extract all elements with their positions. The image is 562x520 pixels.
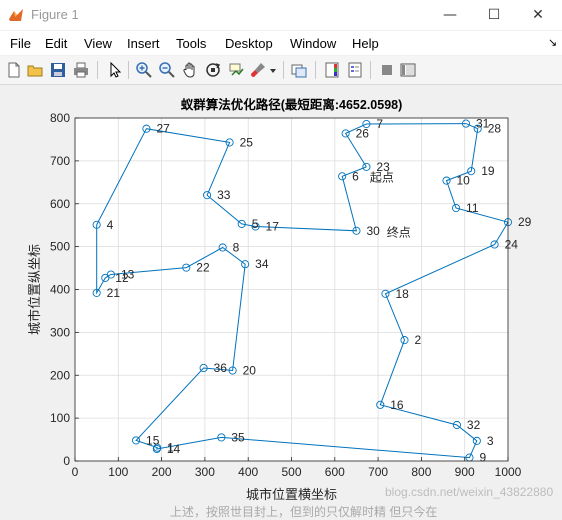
city-label: 5 [252, 217, 259, 231]
x-tick-label: 900 [455, 465, 475, 479]
x-tick-label: 700 [368, 465, 388, 479]
city-label: 32 [467, 418, 481, 432]
city-label: 27 [156, 122, 170, 136]
city-label: 8 [233, 240, 240, 254]
open-file-icon[interactable] [26, 61, 44, 79]
y-tick-label: 600 [50, 197, 70, 211]
y-tick-label: 300 [50, 325, 70, 339]
y-tick-label: 100 [50, 411, 70, 425]
menu-desktop[interactable]: Desktop [225, 36, 273, 51]
y-axis-label: 城市位置纵坐标 [27, 244, 42, 335]
city-label: 29 [518, 215, 532, 229]
city-label: 17 [266, 219, 280, 233]
toolbar-separator [283, 61, 284, 79]
y-tick-label: 400 [50, 283, 70, 297]
zoom-in-icon[interactable] [135, 61, 153, 79]
city-label: 19 [481, 164, 495, 178]
print-icon[interactable] [72, 61, 90, 79]
city-label: 24 [505, 237, 519, 251]
route-chart[interactable]: 23267 31281910112924182163239351411536 203… [0, 85, 562, 512]
toolbar-separator [128, 61, 129, 79]
menu-help[interactable]: Help [352, 36, 379, 51]
city-label: 16 [390, 398, 404, 412]
chart-title: 蚁群算法优化路径(最短距离:4652.0598) [181, 97, 403, 112]
x-tick-label: 100 [108, 465, 128, 479]
menu-tools[interactable]: Tools [176, 36, 206, 51]
save-icon[interactable] [49, 61, 67, 79]
y-tick-label: 200 [50, 368, 70, 382]
y-tick-label: 700 [50, 154, 70, 168]
toolbar-separator [97, 61, 98, 79]
figure-toolbar [0, 56, 562, 85]
city-label: 34 [255, 257, 269, 271]
city-label: 25 [240, 135, 254, 149]
watermark: blog.csdn.net/weixin_43822880 [385, 485, 554, 499]
route-annotation: 起点 [370, 171, 394, 185]
close-button[interactable]: ✕ [516, 0, 560, 30]
x-tick-label: 300 [195, 465, 215, 479]
city-label: 4 [107, 218, 114, 232]
city-label: 22 [196, 261, 210, 275]
city-label: 12 [115, 271, 129, 285]
toolbar-separator [370, 61, 371, 79]
pan-icon[interactable] [181, 61, 199, 79]
city-label: 2 [415, 333, 422, 347]
x-tick-label: 600 [325, 465, 345, 479]
route-annotation: 终点 [387, 224, 411, 239]
menu-edit[interactable]: Edit [45, 36, 67, 51]
new-figure-icon[interactable] [5, 61, 23, 79]
y-tick-label: 0 [63, 454, 70, 468]
city-label: 26 [356, 126, 370, 140]
brush-icon[interactable] [249, 61, 267, 79]
figure-canvas: 23 26 7 31 28 19 10 11 29 24 18 2 16 32 3 9 35 14 1 15 36 20 3… [0, 85, 562, 512]
city-label: 3 [487, 434, 494, 448]
x-tick-label: 500 [281, 465, 301, 479]
city-label: 6 [352, 169, 359, 183]
y-tick-label: 500 [50, 240, 70, 254]
city-label: 36 [214, 361, 228, 375]
menu-view[interactable]: View [84, 36, 112, 51]
x-tick-label: 400 [238, 465, 258, 479]
matlab-figure-icon [9, 9, 23, 21]
city-label: 20 [243, 364, 257, 378]
insert-colorbar-icon[interactable] [323, 61, 341, 79]
insert-legend-icon[interactable] [346, 61, 364, 79]
city-label: 18 [395, 287, 409, 301]
x-tick-label: 200 [152, 465, 172, 479]
pointer-icon[interactable] [106, 61, 124, 79]
window-title: Figure 1 [31, 7, 79, 22]
menu-window[interactable]: Window [290, 36, 336, 51]
menu-bar: File Edit View Insert Tools Desktop Wind… [0, 31, 562, 55]
city-label: 28 [488, 122, 502, 136]
city-label: 30 [366, 224, 380, 238]
window-titlebar: Figure 1 — ☐ ✕ [0, 0, 562, 30]
rotate-3d-icon[interactable] [204, 61, 222, 79]
city-label: 1 [167, 441, 174, 455]
zoom-out-icon[interactable] [158, 61, 176, 79]
city-label: 10 [457, 174, 471, 188]
city-label: 9 [479, 451, 486, 465]
show-plot-tools-icon[interactable] [399, 61, 417, 79]
city-label: 21 [107, 286, 121, 300]
city-label: 35 [231, 430, 245, 444]
minimize-button[interactable]: — [428, 0, 472, 30]
maximize-button[interactable]: ☐ [472, 0, 516, 30]
y-tick-label: 800 [50, 111, 70, 125]
hide-plot-tools-icon[interactable] [378, 61, 396, 79]
link-plot-icon[interactable] [290, 61, 308, 79]
toolbar-separator [315, 61, 316, 79]
data-cursor-icon[interactable] [227, 61, 245, 79]
menu-file[interactable]: File [10, 36, 31, 51]
city-label: 33 [217, 188, 231, 202]
city-label: 11 [466, 201, 479, 215]
city-label: 7 [376, 117, 383, 131]
brush-dropdown-icon[interactable] [268, 61, 278, 79]
city-label: 15 [146, 433, 160, 447]
menu-insert[interactable]: Insert [127, 36, 160, 51]
dock-arrow-icon[interactable]: ↘ [548, 36, 557, 49]
x-tick-label: 0 [72, 465, 79, 479]
x-tick-label: 1000 [495, 465, 522, 479]
x-tick-label: 800 [411, 465, 431, 479]
x-axis-label: 城市位置横坐标 [246, 487, 337, 502]
